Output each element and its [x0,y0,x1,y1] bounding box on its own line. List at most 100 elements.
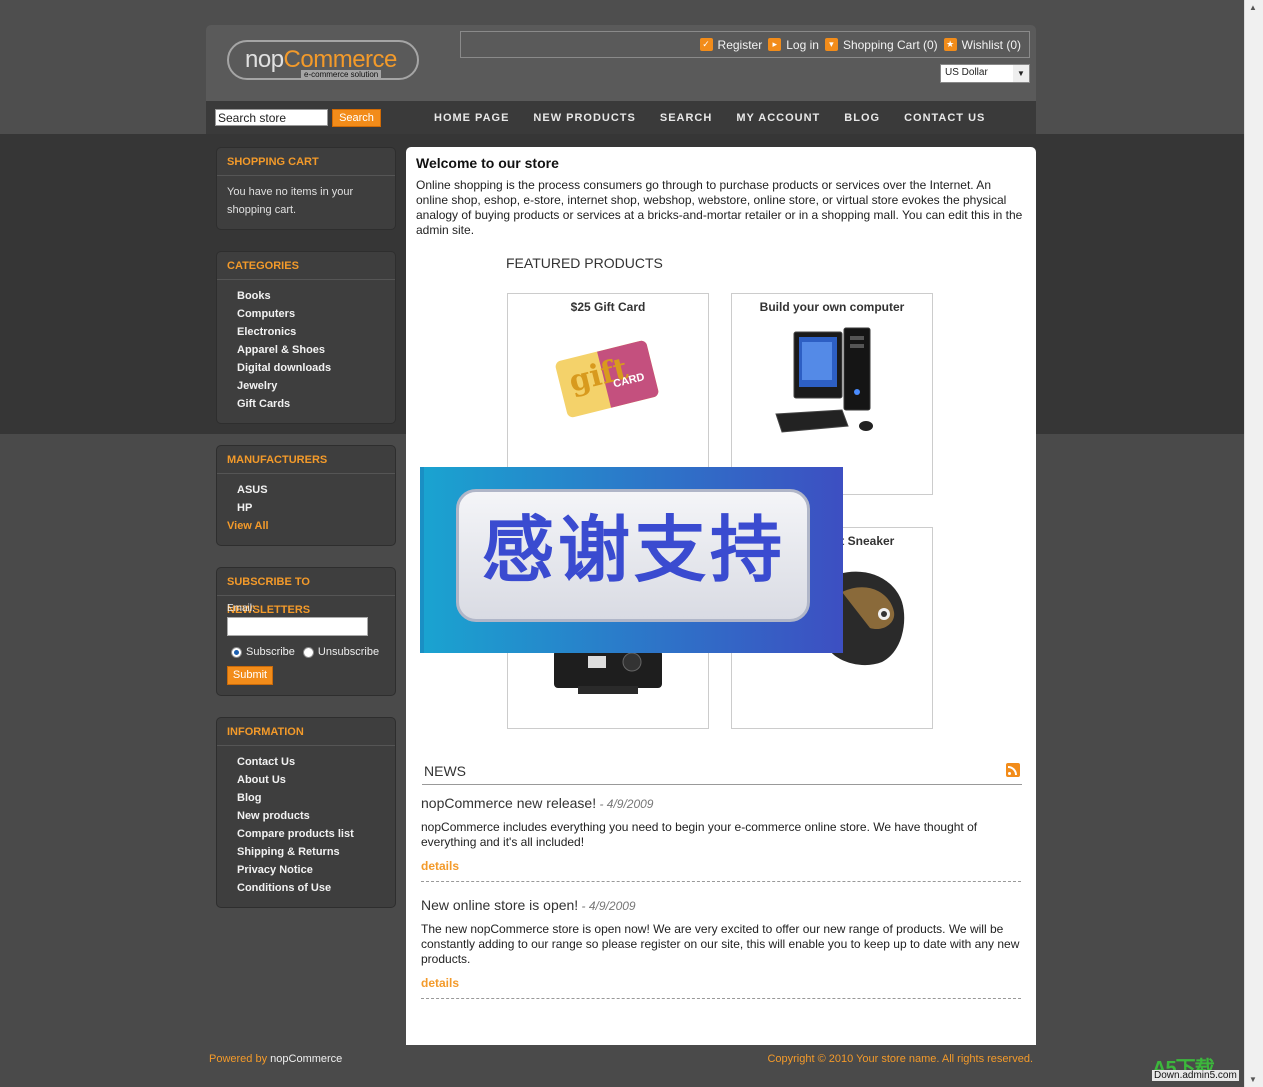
info-about-us[interactable]: About Us [227,771,385,789]
powered-by-link[interactable]: nopCommerce [270,1053,342,1065]
cart-icon: ▾ [824,38,838,51]
register-link[interactable]: ✓ Register [699,37,763,52]
login-link[interactable]: ▸ Log in [768,38,819,52]
header: nopCommerce e-commerce solution ✓ Regist… [206,25,1036,101]
subscribe-radio[interactable] [231,646,242,658]
wishlist-link-label: Wishlist (0) [961,37,1021,52]
info-compare-products[interactable]: Compare products list [227,825,385,843]
news-item-date: - 4/9/2009 [599,797,654,811]
rss-dot [1008,772,1011,775]
search-button[interactable]: Search [332,109,381,127]
product-title[interactable]: Build your own computer [732,300,932,314]
shopping-cart-block-body: You have no items in your shopping cart. [217,176,395,229]
search-input[interactable] [215,109,328,126]
category-jewelry[interactable]: Jewelry [227,377,385,395]
product-build-computer[interactable]: Build your own computer [731,293,933,495]
footer-powered-by: Powered by nopCommerce [209,1053,342,1065]
header-links: ✓ Register ▸ Log in ▾ Shopping Cart (0) … [460,31,1030,58]
news-item-title[interactable]: New online store is open! [421,897,578,913]
news-item: nopCommerce new release! - 4/9/2009 nopC… [421,795,1021,882]
news-title: NEWS [424,763,466,779]
news-item-text: nopCommerce includes everything you need… [421,820,978,849]
product-title[interactable]: $25 Gift Card [508,300,708,314]
shopping-cart-block: SHOPPING CART You have no items in your … [216,147,396,230]
register-link-label: Register [717,37,763,52]
scroll-up-icon[interactable]: ▲ [1249,3,1257,12]
unsubscribe-label: Unsubscribe [317,646,380,658]
news-details-link[interactable]: details [421,976,1021,990]
newsletter-submit-button[interactable]: Submit [227,666,273,685]
logo-commerce: Commerce [283,46,398,73]
computer-image[interactable] [772,322,892,442]
news-details-link[interactable]: details [421,859,1021,873]
logo-tagline: e-commerce solution [301,70,382,79]
newsletter-block: SUBSCRIBE TO NEWSLETTERS Email: Subscrib… [216,567,396,696]
nav-blog[interactable]: BLOG [844,112,880,124]
manufacturers-view-all-link[interactable]: View All [227,517,385,535]
powered-prefix: Powered by [209,1053,268,1065]
nav-search[interactable]: SEARCH [660,112,712,124]
watermark-url: Down.admin5.com [1152,1070,1239,1081]
nav-my-account[interactable]: MY ACCOUNT [736,112,820,124]
category-computers[interactable]: Computers [227,305,385,323]
chevron-down-icon[interactable]: ▼ [1013,65,1029,82]
welcome-text: Online shopping is the process consumers… [416,178,1023,237]
news-item-title[interactable]: nopCommerce new release! [421,795,596,811]
news-item: New online store is open! - 4/9/2009 The… [421,897,1021,999]
rss-icon[interactable] [1006,763,1020,777]
manufacturer-asus[interactable]: ASUS [227,481,385,499]
camera-image[interactable] [548,650,668,710]
currency-select[interactable]: US Dollar ▼ [940,64,1030,83]
footer: Powered by nopCommerce Copyright © 2010 … [206,1045,1036,1070]
logo-nop: nop [245,46,284,73]
category-apparel-shoes[interactable]: Apparel & Shoes [227,341,385,359]
subscribe-label: Subscribe [246,646,295,658]
news-item-text: The new nopCommerce store is open now! W… [421,922,1020,966]
category-books[interactable]: Books [227,287,385,305]
newsletter-block-title: SUBSCRIBE TO NEWSLETTERS [217,568,395,616]
category-digital-downloads[interactable]: Digital downloads [227,359,385,377]
manufacturer-hp[interactable]: HP [227,499,385,517]
thanks-overlay-text: 感谢支持 [481,508,786,592]
categories-block: CATEGORIES Books Computers Electronics A… [216,251,396,424]
site-watermark: A5下载 Down.admin5.com [1152,1052,1242,1086]
categories-block-title: CATEGORIES [217,252,395,280]
category-gift-cards[interactable]: Gift Cards [227,395,385,413]
wishlist-link[interactable]: ★ Wishlist (0) [943,37,1021,52]
shopping-cart-link-label: Shopping Cart (0) [842,37,938,52]
currency-value: US Dollar [945,67,988,78]
vertical-scrollbar[interactable]: ▲ ▼ [1244,0,1263,1087]
info-conditions-of-use[interactable]: Conditions of Use [227,879,385,897]
information-list: Contact Us About Us Blog New products Co… [217,746,395,907]
product-gift-card[interactable]: $25 Gift Card gift CARD [507,293,709,495]
scroll-down-icon[interactable]: ▼ [1249,1075,1257,1084]
nav-new-products[interactable]: NEW PRODUCTS [533,112,635,124]
shopping-cart-link[interactable]: ▾ Shopping Cart (0) [824,37,938,52]
featured-products-title: FEATURED PRODUCTS [506,255,663,271]
login-icon: ▸ [768,38,782,51]
news-header: NEWS [422,763,1022,785]
cart-empty-text: You have no items in your shopping cart. [227,186,354,216]
info-contact-us[interactable]: Contact Us [227,753,385,771]
page-title: Welcome to our store [416,155,559,171]
news-item-heading: New online store is open! - 4/9/2009 [421,897,1021,913]
info-shipping-returns[interactable]: Shipping & Returns [227,843,385,861]
unsubscribe-radio[interactable] [302,646,314,658]
news-item-date: - 4/9/2009 [581,899,636,913]
store-logo[interactable]: nopCommerce e-commerce solution [227,40,419,80]
top-nav: HOME PAGE NEW PRODUCTS SEARCH MY ACCOUNT… [434,101,1009,134]
thanks-overlay-banner: 感谢支持 [420,467,843,653]
manufacturers-block: MANUFACTURERS ASUS HP View All [216,445,396,546]
info-privacy-notice[interactable]: Privacy Notice [227,861,385,879]
nav-home-page[interactable]: HOME PAGE [434,112,509,124]
nav-contact-us[interactable]: CONTACT US [904,112,985,124]
category-electronics[interactable]: Electronics [227,323,385,341]
info-new-products[interactable]: New products [227,807,385,825]
info-blog[interactable]: Blog [227,789,385,807]
header-menu: Search HOME PAGE NEW PRODUCTS SEARCH MY … [206,101,1036,134]
star-icon: ★ [943,38,957,51]
shopping-cart-block-title: SHOPPING CART [217,148,395,176]
gift-card-image[interactable]: gift CARD [554,339,660,419]
categories-list: Books Computers Electronics Apparel & Sh… [217,280,395,423]
information-block-title: INFORMATION [217,718,395,746]
